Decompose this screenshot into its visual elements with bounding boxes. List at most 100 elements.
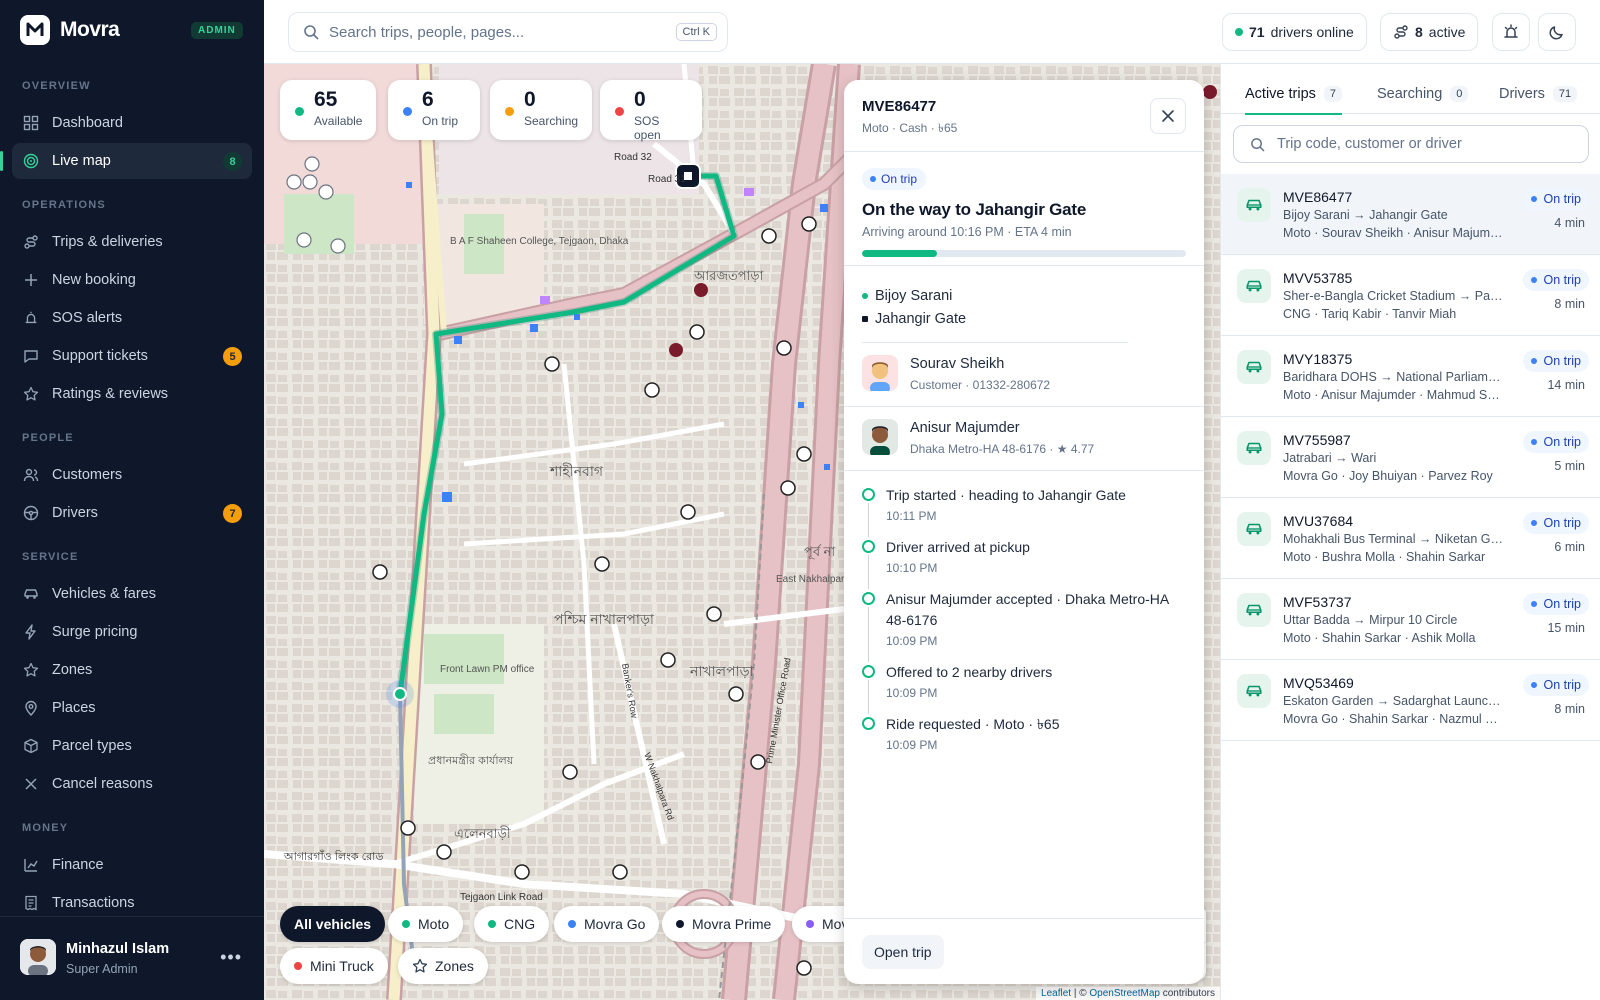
osm-link[interactable]: OpenStreetMap (1089, 988, 1160, 999)
filter-chip-movra-go[interactable]: Movra Go (554, 906, 660, 942)
tab-label: Active trips (1245, 86, 1316, 102)
trip-route: Eskaton Garden → Sadarghat Launch Termin… (1283, 694, 1503, 708)
filter-chip-all-vehicles[interactable]: All vehicles (280, 906, 386, 942)
theme-toggle-button[interactable] (1538, 13, 1576, 51)
trip-meta: Moto · Bushra Molla · Shahin Sarkar (1283, 550, 1486, 564)
global-search[interactable]: Search trips, people, pages... Ctrl K (288, 12, 728, 52)
filter-chip-label: Zones (435, 958, 474, 974)
search-icon (1251, 137, 1265, 151)
sidebar-item-drivers[interactable]: Drivers 7 (12, 495, 252, 531)
trip-summary: Moto · Cash · ৳65 (862, 121, 958, 135)
filter-chip-cng[interactable]: CNG (474, 906, 550, 942)
map-label-tejgaon-link: Tejgaon Link Road (460, 892, 543, 903)
sidebar-item-support-tickets[interactable]: Support tickets 5 (12, 338, 252, 374)
timeline-text: Anisur Majumder accepted · Dhaka Metro-H… (886, 591, 1169, 628)
pickup-stop: Bijoy Sarani (862, 284, 1186, 307)
sidebar-item-ratings-reviews[interactable]: Ratings & reviews (12, 376, 252, 412)
status-badge-label: On trip (1543, 516, 1581, 530)
trip-meta: Movra Go · Shahin Sarkar · Nazmul Mridha (1283, 712, 1503, 726)
sidebar-item-sos-alerts[interactable]: SOS alerts (12, 300, 252, 336)
sidebar-item-zones[interactable]: Zones (12, 652, 252, 688)
stat-value: 6 (422, 88, 434, 111)
trip-list-item[interactable]: MVQ53469 Eskaton Garden → Sadarghat Laun… (1221, 660, 1600, 741)
map-attribution: Leaflet | © OpenStreetMap contributors (1036, 987, 1220, 1000)
stat-sos-open[interactable]: 0 SOS open (600, 80, 702, 142)
trip-search-input[interactable]: Trip code, customer or driver (1233, 125, 1589, 163)
sidebar-item-surge-pricing[interactable]: Surge pricing (12, 614, 252, 650)
trip-list-item[interactable]: MVU37684 Mohakhali Bus Terminal → Niketa… (1221, 498, 1600, 579)
trip-status-section: On trip On the way to Jahangir Gate Arri… (844, 152, 1204, 266)
stat-available[interactable]: 65 Available (280, 80, 376, 140)
active-trips-list: MVE86477 Bijoy Sarani → Jahangir Gate Mo… (1221, 174, 1600, 741)
drivers-online-pill[interactable]: 71 drivers online (1222, 13, 1367, 51)
open-trip-button[interactable]: Open trip (862, 935, 944, 969)
trip-list-item[interactable]: MV755987 Jatrabari → Wari Movra Go · Joy… (1221, 417, 1600, 498)
sidebar-item-places[interactable]: Places (12, 690, 252, 726)
customer-detail: Customer · 01332-280672 (910, 378, 1051, 392)
sidebar-item-finance[interactable]: Finance (12, 847, 252, 883)
timeline-connector (868, 555, 869, 589)
timeline-connector (868, 503, 869, 537)
filter-chip-zones[interactable]: Zones (398, 948, 488, 984)
filter-chip-movra-prime[interactable]: Movra Prime (662, 906, 786, 942)
map-label-east-nakhal: East Nakhalpara (776, 574, 850, 585)
plus-icon (22, 271, 40, 289)
status-dot-icon (505, 107, 514, 116)
brand[interactable]: Movra (20, 14, 120, 46)
filter-chip-label: Mini Truck (310, 958, 374, 974)
tab-searching[interactable]: Searching 0 (1377, 86, 1469, 102)
sidebar-item-trips-deliveries[interactable]: Trips & deliveries (12, 224, 252, 260)
tab-drivers[interactable]: Drivers 71 (1499, 86, 1578, 102)
filter-chip-mini-truck[interactable]: Mini Truck (280, 948, 388, 984)
status-dot-icon (403, 107, 412, 116)
sidebar-item-cancel-reasons[interactable]: Cancel reasons (12, 766, 252, 802)
alarm-button[interactable] (1492, 13, 1530, 51)
sidebar-item-transactions[interactable]: Transactions (12, 885, 252, 916)
timeline-connector (868, 680, 869, 714)
star-icon (22, 661, 40, 679)
driver-card[interactable]: Anisur Majumder Dhaka Metro-HA 48-6176 ·… (844, 407, 1204, 471)
close-button[interactable] (1150, 98, 1186, 134)
trip-eta: 14 min (1547, 378, 1585, 392)
timeline-text: Ride requested · Moto · ৳65 (886, 716, 1060, 732)
star-icon (22, 385, 40, 403)
steering-wheel-icon (22, 504, 40, 522)
filter-chip-moto[interactable]: Moto (388, 906, 464, 942)
driver-name: Anisur Majumder (910, 420, 1020, 436)
driver-detail: Dhaka Metro-HA 48-6176 · ★ 4.77 (910, 442, 1095, 456)
active-trips-pill[interactable]: 8 active (1380, 13, 1479, 51)
trip-eta: 5 min (1554, 459, 1585, 473)
filter-chip-label: Moto (418, 916, 450, 932)
filter-chip-label: Movra Prime (692, 916, 772, 932)
vehicle-color-dot (676, 920, 684, 928)
sidebar-item-parcel-types[interactable]: Parcel types (12, 728, 252, 764)
trip-list-item[interactable]: MVY18375 Baridhara DOHS → National Parli… (1221, 336, 1600, 417)
trip-list-item[interactable]: MVV53785 Sher-e-Bangla Cricket Stadium →… (1221, 255, 1600, 336)
trip-list-item[interactable]: MVF53737 Uttar Badda → Mirpur 10 Circle … (1221, 579, 1600, 660)
map-label-elenbari: এলেনবাড়ী (454, 826, 511, 841)
status-title: On the way to Jahangir Gate (862, 200, 1087, 219)
customer-card[interactable]: Sourav Sheikh Customer · 01332-280672 (844, 343, 1204, 407)
stat-searching[interactable]: 0 Searching (490, 80, 592, 140)
sidebar-item-customers[interactable]: Customers (12, 457, 252, 493)
trip-code: MVE86477 (1283, 189, 1353, 205)
sidebar-item-vehicles-fares[interactable]: Vehicles & fares (12, 576, 252, 612)
trip-meta: Moto · Shahin Sarkar · Ashik Molla (1283, 631, 1476, 645)
leaflet-link[interactable]: Leaflet (1041, 988, 1071, 999)
trip-code: MVE86477 (862, 98, 937, 115)
route-icon (22, 233, 40, 251)
trip-list-item[interactable]: MVE86477 Bijoy Sarani → Jahangir Gate Mo… (1221, 174, 1600, 255)
user-profile[interactable]: Minhazul Islam Super Admin ••• (0, 916, 264, 1000)
map-label-road31: Road 31 (648, 174, 686, 185)
sidebar-item-live-map[interactable]: Live map 8 (0, 143, 252, 179)
stat-on-trip[interactable]: 6 On trip (388, 80, 480, 140)
status-dot-icon (615, 107, 624, 116)
timeline-time: 10:11 PM (886, 509, 937, 523)
tab-active-trips[interactable]: Active trips 7 (1245, 86, 1343, 115)
map-label-purba: পূর্ব না (804, 544, 835, 560)
sidebar-item-label: Parcel types (52, 738, 132, 754)
sidebar-item-new-booking[interactable]: New booking (12, 262, 252, 298)
trip-eta: 15 min (1547, 621, 1585, 635)
more-options-icon[interactable]: ••• (220, 947, 242, 968)
sidebar-item-dashboard[interactable]: Dashboard (12, 105, 252, 141)
